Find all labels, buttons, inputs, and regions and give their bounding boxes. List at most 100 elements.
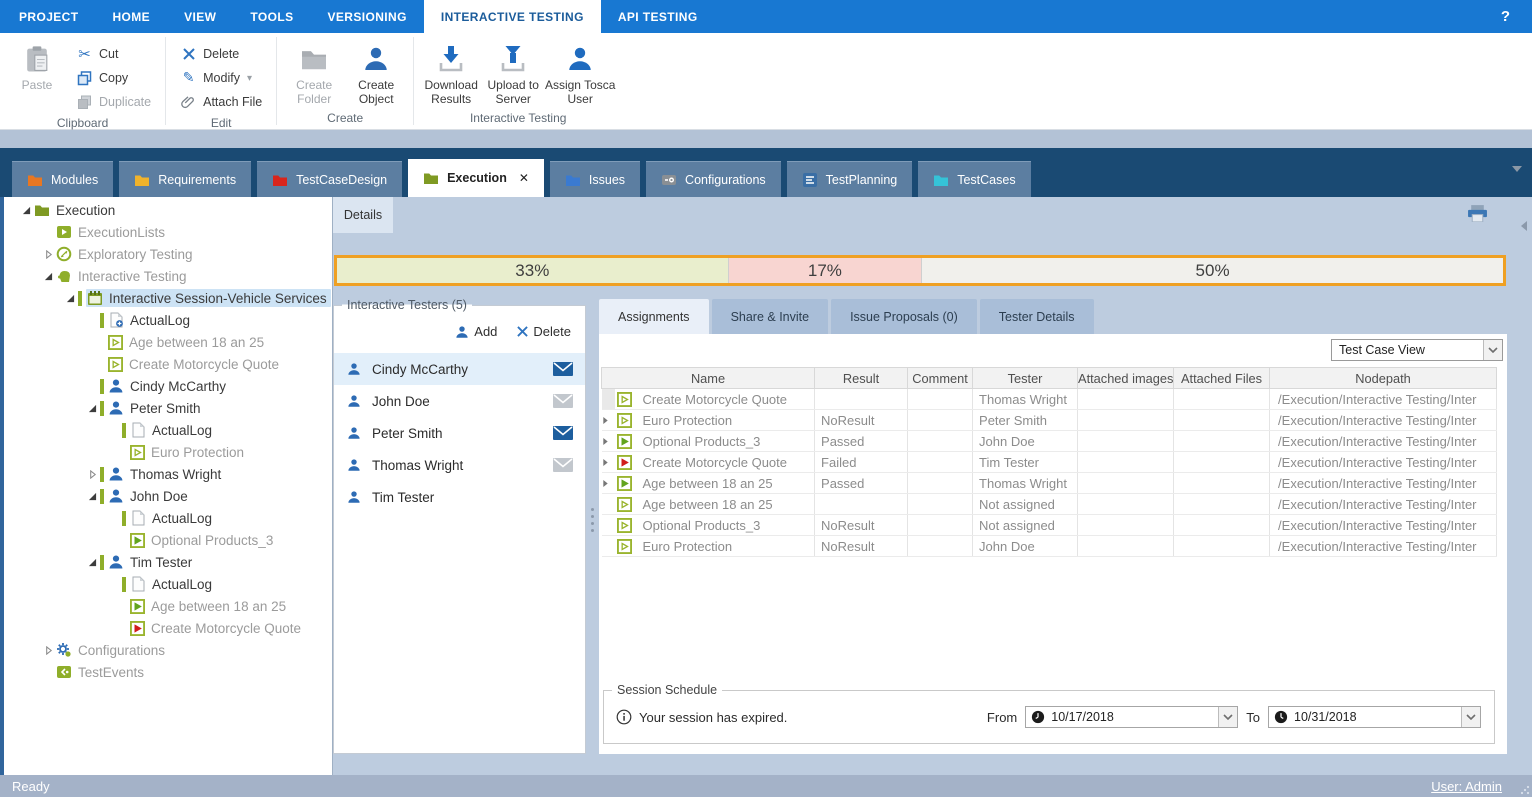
download-results-button[interactable]: Download Results <box>420 37 482 106</box>
envelope-icon[interactable] <box>553 426 573 440</box>
tree-item-executionlists[interactable]: ExecutionLists <box>4 221 332 243</box>
tree-item-age-between[interactable]: Age between 18 an 25 <box>4 331 332 353</box>
menu-interactive-testing[interactable]: INTERACTIVE TESTING <box>424 0 601 33</box>
tester-row[interactable]: Tim Tester <box>334 481 585 513</box>
delete-tester-button[interactable]: Delete <box>517 324 571 339</box>
menu-api-testing[interactable]: API TESTING <box>601 0 715 33</box>
tree-item-actuallog[interactable]: ActualLog <box>4 507 332 529</box>
column-header-comment[interactable]: Comment <box>908 368 973 389</box>
tree-item-create-motorcycle-quote[interactable]: Create Motorcycle Quote <box>4 617 332 639</box>
tree-item-testevents[interactable]: TestEvents <box>4 661 332 683</box>
tree-item-actuallog[interactable]: ActualLog <box>4 573 332 595</box>
tree-item-interactive-session[interactable]: Interactive Session-Vehicle Services <box>4 287 332 309</box>
envelope-icon[interactable] <box>553 458 573 472</box>
table-row[interactable]: Optional Products_3NoResultNot assigned/… <box>602 515 1497 536</box>
tab-details[interactable]: Details <box>333 197 393 233</box>
envelope-icon[interactable] <box>553 394 573 408</box>
tab-configurations[interactable]: Configurations <box>646 161 781 197</box>
tab-share-invite[interactable]: Share & Invite <box>712 299 829 334</box>
column-header-result[interactable]: Result <box>815 368 908 389</box>
tab-execution[interactable]: Execution ✕ <box>408 159 544 197</box>
tab-tester-details[interactable]: Tester Details <box>980 299 1094 334</box>
assign-tosca-user-button[interactable]: Assign Tosca User <box>544 37 616 106</box>
chevron-down-icon[interactable] <box>1461 707 1480 727</box>
menu-home[interactable]: HOME <box>95 0 167 33</box>
menu-tools[interactable]: TOOLS <box>233 0 310 33</box>
table-row[interactable]: Optional Products_3PassedJohn Doe/Execut… <box>602 431 1497 452</box>
attach-file-button[interactable]: Attach File <box>172 90 270 114</box>
tree-item-create-motorcycle-quote[interactable]: Create Motorcycle Quote <box>4 353 332 375</box>
expand-arrow-icon[interactable] <box>84 404 100 413</box>
tab-overflow-caret-icon[interactable] <box>1512 166 1522 172</box>
paste-button[interactable]: Paste <box>6 37 68 92</box>
column-header-tester[interactable]: Tester <box>973 368 1078 389</box>
close-tab-icon[interactable]: ✕ <box>519 171 529 185</box>
tree-item-actuallog[interactable]: ActualLog <box>4 309 332 331</box>
tester-row[interactable]: Cindy McCarthy <box>334 353 585 385</box>
copy-button[interactable]: Copy <box>68 66 159 90</box>
column-header-name[interactable]: Name <box>602 368 815 389</box>
table-row[interactable]: Age between 18 an 25PassedThomas Wright/… <box>602 473 1497 494</box>
menu-view[interactable]: VIEW <box>167 0 233 33</box>
row-expand-arrow-icon[interactable] <box>602 410 615 431</box>
panel-splitter[interactable] <box>586 299 599 754</box>
column-header-attached-images[interactable]: Attached images <box>1078 368 1174 389</box>
help-icon[interactable]: ? <box>1479 0 1532 33</box>
tab-testcasedesign[interactable]: TestCaseDesign <box>257 161 402 197</box>
tab-assignments[interactable]: Assignments <box>599 299 709 334</box>
tab-issue-proposals[interactable]: Issue Proposals (0) <box>831 299 977 334</box>
tab-issues[interactable]: Issues <box>550 161 640 197</box>
menu-versioning[interactable]: VERSIONING <box>311 0 424 33</box>
table-row[interactable]: Euro ProtectionNoResultJohn Doe/Executio… <box>602 536 1497 557</box>
collapse-arrow-icon[interactable] <box>40 646 56 655</box>
collapse-arrow-icon[interactable] <box>84 470 100 479</box>
menu-project[interactable]: PROJECT <box>2 0 95 33</box>
tester-row[interactable]: Peter Smith <box>334 417 585 449</box>
expand-arrow-icon[interactable] <box>18 206 34 215</box>
expand-arrow-icon[interactable] <box>62 294 78 303</box>
tree-item-configurations[interactable]: Configurations <box>4 639 332 661</box>
table-row[interactable]: Create Motorcycle QuoteThomas Wright/Exe… <box>602 389 1497 410</box>
tree-item-thomas-wright[interactable]: Thomas Wright <box>4 463 332 485</box>
to-date-picker[interactable]: 10/31/2018 <box>1268 706 1481 728</box>
tab-testplanning[interactable]: TestPlanning <box>787 161 913 197</box>
expand-arrow-icon[interactable] <box>84 558 100 567</box>
tree-item-optional-products[interactable]: Optional Products_3 <box>4 529 332 551</box>
tab-testcases[interactable]: TestCases <box>918 161 1030 197</box>
tab-requirements[interactable]: Requirements <box>119 161 251 197</box>
tester-row[interactable]: John Doe <box>334 385 585 417</box>
tab-modules[interactable]: Modules <box>12 161 113 197</box>
chevron-down-icon[interactable] <box>1218 707 1237 727</box>
tree-item-interactive-testing[interactable]: Interactive Testing <box>4 265 332 287</box>
envelope-icon[interactable] <box>553 362 573 376</box>
column-header-nodepath[interactable]: Nodepath <box>1270 368 1497 389</box>
duplicate-button[interactable]: Duplicate <box>68 90 159 114</box>
tree-item-john-doe[interactable]: John Doe <box>4 485 332 507</box>
tester-row[interactable]: Thomas Wright <box>334 449 585 481</box>
collapse-arrow-icon[interactable] <box>40 250 56 259</box>
modify-button[interactable]: ✎ Modify ▾ <box>172 66 270 90</box>
create-folder-button[interactable]: Create Folder <box>283 37 345 106</box>
expand-arrow-icon[interactable] <box>84 492 100 501</box>
tree-item-actuallog[interactable]: ActualLog <box>4 419 332 441</box>
resize-grip[interactable] <box>1520 785 1530 795</box>
column-header-attached-files[interactable]: Attached Files <box>1174 368 1270 389</box>
add-tester-button[interactable]: Add <box>455 324 497 339</box>
modify-dropdown-caret-icon[interactable]: ▾ <box>247 73 252 84</box>
expand-arrow-icon[interactable] <box>40 272 56 281</box>
delete-button[interactable]: Delete <box>172 42 270 66</box>
tree-item-cindy-mccarthy[interactable]: Cindy McCarthy <box>4 375 332 397</box>
row-expand-arrow-icon[interactable] <box>602 431 615 452</box>
table-row[interactable]: Age between 18 an 25Not assigned/Executi… <box>602 494 1497 515</box>
tree-item-peter-smith[interactable]: Peter Smith <box>4 397 332 419</box>
cut-button[interactable]: ✂ Cut <box>68 42 159 66</box>
table-row[interactable]: Euro ProtectionNoResultPeter Smith/Execu… <box>602 410 1497 431</box>
user-admin-link[interactable]: User: Admin <box>1431 779 1502 794</box>
print-button[interactable] <box>1467 205 1488 222</box>
row-expand-arrow-icon[interactable] <box>602 473 615 494</box>
tree-item-execution[interactable]: Execution <box>4 199 332 221</box>
tree-item-euro-protection[interactable]: Euro Protection <box>4 441 332 463</box>
tree-item-tim-tester[interactable]: Tim Tester <box>4 551 332 573</box>
view-select[interactable]: Test Case View <box>1331 339 1503 361</box>
table-row[interactable]: Create Motorcycle QuoteFailedTim Tester/… <box>602 452 1497 473</box>
